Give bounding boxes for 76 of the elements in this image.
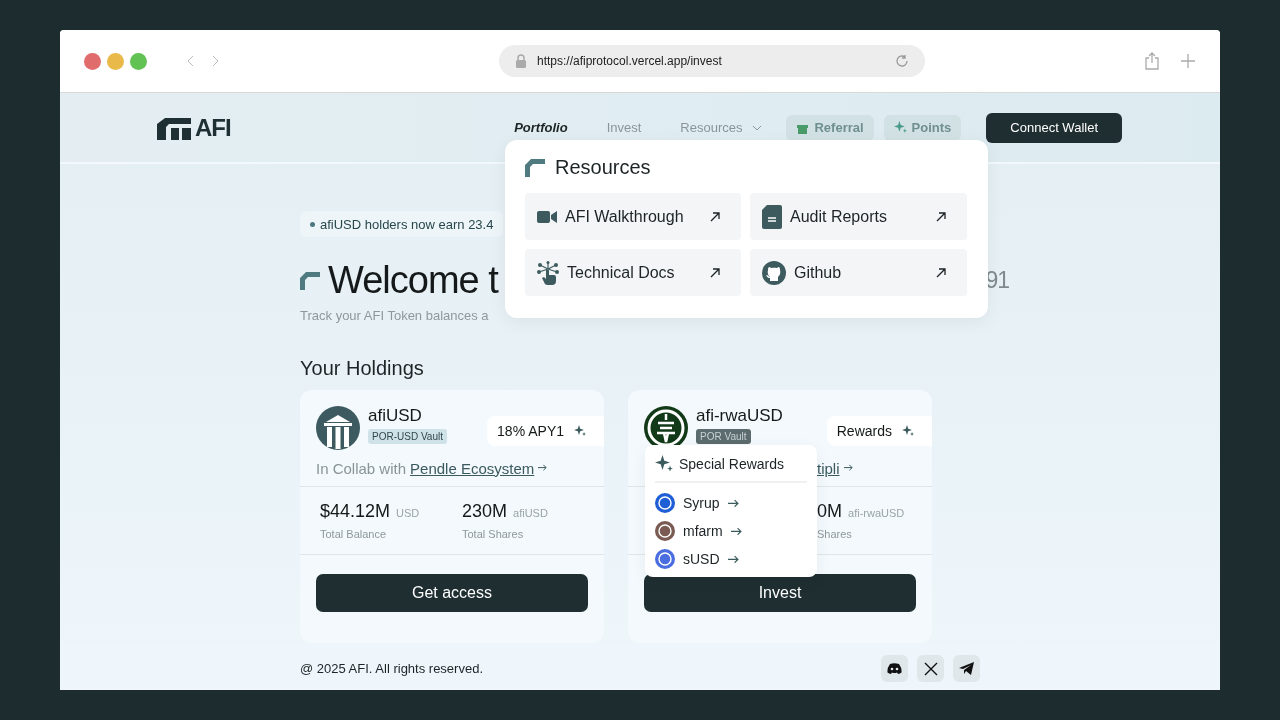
url-text: https://afiprotocol.vercel.app/invest bbox=[537, 54, 723, 68]
sparkle-icon bbox=[574, 425, 586, 437]
close-dot[interactable] bbox=[84, 52, 101, 70]
back-icon[interactable] bbox=[187, 55, 195, 67]
vault-name: afi-rwaUSD bbox=[696, 406, 783, 426]
reward-link[interactable]: sUSD bbox=[655, 545, 807, 573]
resource-link[interactable]: Audit Reports bbox=[750, 193, 967, 240]
popover-title: Special Rewards bbox=[679, 456, 785, 472]
logo-mark-icon bbox=[300, 271, 320, 290]
resource-link[interactable]: AFI Walkthrough bbox=[525, 193, 741, 240]
action-button[interactable]: Get access bbox=[316, 574, 588, 612]
social-link[interactable] bbox=[953, 655, 980, 682]
arrow-up-right-icon bbox=[935, 210, 947, 223]
stat-unit: USD bbox=[396, 507, 420, 519]
collab-link[interactable]: Pendle Ecosystem bbox=[410, 459, 535, 477]
copyright-text: @ 2025 AFI. All rights reserved. bbox=[300, 661, 484, 676]
document-icon bbox=[762, 204, 782, 229]
vault-badge: POR-USD Vault bbox=[368, 429, 447, 444]
resource-link[interactable]: Github bbox=[750, 249, 967, 296]
stat-label: Total Shares bbox=[462, 528, 525, 540]
sparkle-icon bbox=[655, 455, 673, 473]
collab-link[interactable]: tipli bbox=[817, 459, 840, 477]
rewards-chip[interactable]: 18% APY1 bbox=[487, 416, 604, 446]
github-icon bbox=[762, 260, 786, 285]
stat-value: 0M bbox=[817, 501, 842, 521]
paper-plane-icon bbox=[959, 662, 974, 675]
arrow-up-right-icon bbox=[935, 266, 947, 279]
reward-link[interactable]: Syrup bbox=[655, 489, 807, 517]
stat-unit: afi-rwaUSD bbox=[848, 507, 905, 519]
stat-value: $44.12M bbox=[320, 501, 391, 521]
arrow-up-right-icon bbox=[709, 210, 721, 223]
reward-link[interactable]: mfarm bbox=[655, 517, 807, 545]
hero-subtitle: Track your AFI Token balances a bbox=[300, 308, 489, 323]
arrow-up-right-icon bbox=[709, 266, 721, 279]
section-title: Your Holdings bbox=[300, 357, 424, 380]
announcement-text: afiUSD holders now earn 23.4 bbox=[320, 216, 494, 232]
new-tab-icon[interactable] bbox=[1180, 53, 1196, 69]
sparkle-icon bbox=[902, 425, 914, 437]
chevron-down-icon[interactable] bbox=[752, 124, 763, 131]
stat-label: Total Balance bbox=[320, 528, 388, 540]
minimize-dot[interactable] bbox=[107, 52, 124, 70]
arrow-right-icon bbox=[727, 554, 739, 564]
stat-label: Shares bbox=[817, 528, 853, 540]
stat-unit: afiUSD bbox=[513, 507, 548, 519]
connect-wallet-button[interactable]: Connect Wallet bbox=[986, 112, 1122, 143]
action-button[interactable]: Invest bbox=[644, 574, 916, 612]
share-icon[interactable] bbox=[1144, 52, 1160, 70]
social-link[interactable] bbox=[917, 655, 944, 682]
welcome-heading: Welcome t bbox=[328, 259, 498, 302]
vault-logo-icon bbox=[316, 406, 360, 450]
vault-badge: POR Vault bbox=[696, 429, 751, 444]
forward-icon[interactable] bbox=[211, 55, 219, 67]
maximize-dot[interactable] bbox=[130, 52, 147, 70]
vault-name: afiUSD bbox=[368, 406, 423, 426]
resource-link[interactable]: Technical Docs bbox=[525, 249, 741, 296]
arrow-right-icon bbox=[727, 498, 739, 508]
discord-icon bbox=[887, 663, 902, 674]
stat-value: 230M bbox=[462, 501, 508, 521]
collab-text: In Collab with bbox=[316, 459, 407, 477]
address-bar[interactable]: https://afiprotocol.vercel.app/invest bbox=[499, 45, 925, 77]
reload-icon[interactable] bbox=[895, 54, 909, 68]
logo-icon bbox=[157, 115, 191, 140]
x-logo-icon bbox=[923, 661, 938, 676]
arrow-right-icon bbox=[730, 526, 742, 536]
video-camera-icon bbox=[537, 209, 557, 224]
sparkle-icon bbox=[893, 121, 907, 134]
social-link[interactable] bbox=[881, 655, 908, 682]
logo-text: AFI bbox=[195, 113, 231, 142]
lock-icon bbox=[515, 54, 527, 68]
nav-link[interactable]: Portfolio bbox=[514, 120, 568, 135]
logo-mark-icon bbox=[525, 158, 545, 177]
arrow-right-icon bbox=[843, 464, 853, 472]
rewards-chip[interactable]: Rewards bbox=[826, 416, 932, 446]
menu-title: Resources bbox=[555, 156, 651, 179]
arrow-right-icon bbox=[538, 464, 548, 472]
touch-network-icon bbox=[537, 260, 559, 285]
